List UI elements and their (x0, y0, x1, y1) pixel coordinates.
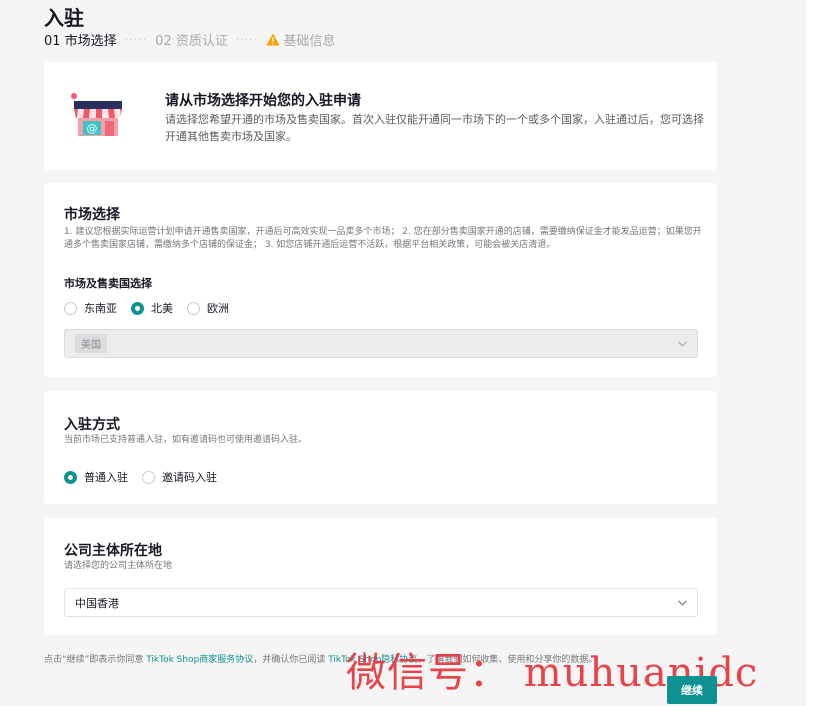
page-title: 入驻 (44, 6, 84, 30)
radio-unchecked-icon[interactable] (64, 301, 77, 315)
merchant-agreement-link[interactable]: TikTok Shop商家服务协议 (146, 655, 253, 665)
method-section-title: 入驻方式 (64, 417, 120, 433)
company-location-select[interactable]: 中国香港 (64, 588, 698, 617)
radio-north-america[interactable]: 北美 (131, 300, 173, 316)
right-edge-strip (806, 0, 821, 706)
radio-checked-icon[interactable] (131, 301, 144, 315)
company-section-title: 公司主体所在地 (64, 543, 162, 559)
step-3-label: 基础信息 (283, 33, 336, 49)
market-radio-group: 东南亚 北美 欧洲 (64, 300, 243, 316)
radio-label: 东南亚 (84, 302, 117, 315)
market-section-description: 1. 建议您根据实际运营计划申请开通售卖国家，开通后可高效实现一品卖多个市场； … (64, 227, 702, 250)
country-tag: 美国 (75, 334, 107, 353)
radio-normal-entry[interactable]: 普通入驻 (64, 469, 128, 485)
method-section-description: 当前市场已支持普通入驻，如有邀请码也可使用邀请码入驻。 (64, 435, 308, 445)
step-separator: ····· (235, 32, 259, 46)
radio-label: 普通入驻 (84, 471, 128, 484)
market-selection-card: 市场选择 1. 建议您根据实际运营计划申请开通售卖国家，开通后可高效实现一品卖多… (44, 183, 717, 377)
entry-method-card: 入驻方式 当前市场已支持普通入驻，如有邀请码也可使用邀请码入驻。 普通入驻 邀请… (44, 391, 717, 504)
market-section-title: 市场选择 (64, 207, 120, 223)
radio-unchecked-icon[interactable] (142, 470, 155, 484)
radio-label: 北美 (151, 302, 173, 315)
step-2-label: 02 资质认证 (155, 33, 228, 49)
radio-europe[interactable]: 欧洲 (187, 300, 229, 316)
company-location-card: 公司主体所在地 请选择您的公司主体所在地 中国香港 (44, 518, 717, 635)
warning-icon (266, 33, 280, 46)
step-1-label: 01 市场选择 (44, 33, 117, 49)
continue-button[interactable]: 继续 (667, 676, 717, 704)
radio-label: 欧洲 (207, 302, 229, 315)
country-select[interactable]: 美国 (64, 329, 698, 358)
agreement-prefix: 点击“继续”即表示你同意 (44, 655, 147, 665)
radio-unchecked-icon[interactable] (187, 301, 200, 315)
chevron-down-icon (677, 598, 687, 608)
step-separator: ····· (124, 32, 148, 46)
method-radio-group: 普通入驻 邀请码入驻 (64, 469, 231, 485)
radio-invite-code-entry[interactable]: 邀请码入驻 (142, 469, 217, 485)
radio-label: 邀请码入驻 (162, 471, 217, 484)
agreement-middle: ，并确认你已阅读 (253, 655, 329, 665)
company-section-description: 请选择您的公司主体所在地 (64, 561, 173, 571)
intro-description: 请选择您希望开通的市场及售卖国家。首次入驻仅能开通同一市场下的一个或多个国家，入… (165, 113, 704, 143)
storefront-icon: @ (70, 87, 126, 143)
intro-title: 请从市场选择开始您的入驻申请 (165, 93, 361, 109)
chevron-down-icon (677, 339, 687, 349)
step-indicator: 01 市场选择 ····· 02 资质认证 ····· 基础信息 (44, 31, 336, 49)
market-country-label: 市场及售卖国选择 (64, 277, 152, 290)
company-location-value: 中国香港 (75, 596, 119, 610)
intro-card: @ 请从市场选择开始您的入驻申请 请选择您希望开通的市场及售卖国家。首次入驻仅能… (44, 62, 717, 170)
svg-text:@: @ (87, 122, 98, 135)
radio-southeast-asia[interactable]: 东南亚 (64, 300, 117, 316)
radio-checked-icon[interactable] (64, 470, 77, 484)
